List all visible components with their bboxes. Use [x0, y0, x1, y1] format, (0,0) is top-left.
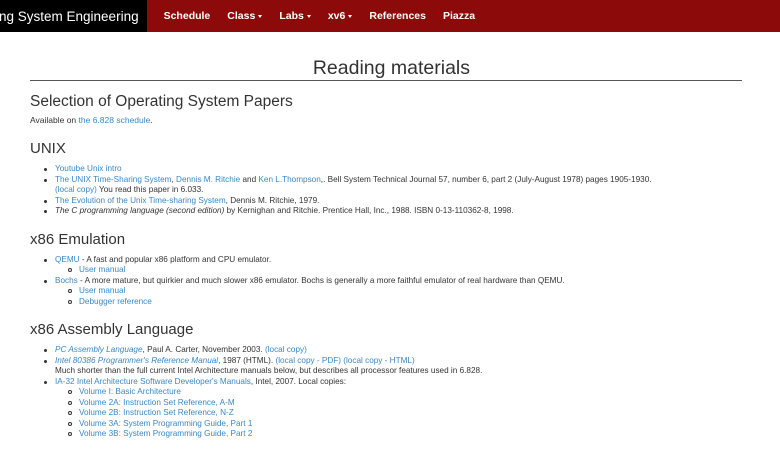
- bochs-user-manual-link[interactable]: User manual: [79, 286, 125, 295]
- youtube-unix-intro-link[interactable]: Youtube Unix intro: [55, 164, 122, 173]
- volume-1-link[interactable]: Volume I: Basic Architecture: [79, 387, 181, 396]
- unix-time-sharing-link[interactable]: The UNIX Time-Sharing System: [55, 175, 171, 184]
- list-item: The Evolution of the Unix Time-sharing S…: [43, 196, 742, 207]
- section-title-assembly: x86 Assembly Language: [30, 321, 194, 338]
- volume-2b-link[interactable]: Volume 2B: Instruction Set Reference, N-…: [79, 408, 234, 417]
- bochs-description: - A more mature, but quirkier and much s…: [77, 275, 565, 285]
- pc-assembly-link[interactable]: PC Assembly Language: [55, 345, 143, 354]
- nav-class-label: Class: [227, 10, 256, 22]
- sub-list-item: Volume 2A: Instruction Set Reference, A-…: [67, 398, 742, 409]
- text-sep: and: [240, 174, 259, 184]
- citation-text: , 1987 (HTML).: [218, 355, 276, 365]
- list-item: The UNIX Time-Sharing System, Dennis M. …: [43, 175, 742, 196]
- sub-list-item: Debugger reference: [67, 297, 742, 308]
- i386-note: Much shorter than the full current Intel…: [55, 366, 483, 375]
- sub-list-item: Volume I: Basic Architecture: [67, 387, 742, 398]
- caret-down-icon: [258, 15, 263, 18]
- i386-manual-link[interactable]: Intel 80386 Programmer's Reference Manua…: [55, 356, 218, 365]
- ia32-manuals-link[interactable]: IA-32 Intel Architecture Software Develo…: [55, 377, 251, 386]
- i386-local-pdf-link[interactable]: (local copy - PDF): [275, 356, 341, 365]
- citation-text: , Paul A. Carter, November 2003.: [142, 345, 265, 354]
- sub-list-item: Volume 3A: System Programming Guide, Par…: [67, 419, 742, 430]
- main-content: Reading materials Selection of Operating…: [30, 56, 742, 440]
- nav-schedule-label: Schedule: [163, 10, 211, 22]
- bochs-sublist: User manual Debugger reference: [55, 286, 742, 307]
- unix-local-copy-link[interactable]: (local copy): [55, 185, 97, 194]
- citation-text: , Dennis M. Ritchie, 1979.: [225, 195, 320, 205]
- ritchie-link[interactable]: Dennis M. Ritchie: [176, 175, 240, 184]
- papers-lead: Available on the 6.828 schedule.: [30, 115, 742, 126]
- lead-suffix: .: [150, 115, 153, 125]
- unix-evolution-link[interactable]: The Evolution of the Unix Time-sharing S…: [55, 196, 226, 205]
- list-item: IA-32 Intel Architecture Software Develo…: [43, 377, 742, 440]
- bochs-debugger-reference-link[interactable]: Debugger reference: [79, 297, 152, 306]
- site-brand-link[interactable]: ing System Engineering: [0, 0, 147, 32]
- emulation-list: QEMU - A fast and popular x86 platform a…: [30, 255, 742, 308]
- nav-piazza[interactable]: Piazza: [443, 10, 475, 22]
- top-navbar: ing System Engineering Schedule Class La…: [0, 0, 780, 32]
- nav-references[interactable]: References: [369, 10, 426, 22]
- book-title: The C programming language (second editi…: [55, 206, 225, 215]
- list-item: Intel 80386 Programmer's Reference Manua…: [43, 356, 742, 377]
- nav-schedule[interactable]: Schedule: [164, 10, 211, 22]
- page-title: Reading materials: [30, 56, 742, 81]
- caret-down-icon: [306, 15, 311, 18]
- qemu-user-manual-link[interactable]: User manual: [79, 265, 125, 274]
- sub-list-item: User manual: [67, 265, 742, 276]
- volume-3b-link[interactable]: Volume 3B: System Programming Guide, Par…: [79, 429, 252, 438]
- section-title-emulation: x86 Emulation: [30, 230, 126, 248]
- schedule-link[interactable]: the 6.828 schedule: [79, 115, 151, 125]
- list-item: Youtube Unix intro: [43, 164, 742, 175]
- list-item: PC Assembly Language, Paul A. Carter, No…: [43, 345, 742, 356]
- citation-note: You read this paper in 6.033.: [96, 185, 204, 194]
- nav-piazza-label: Piazza: [442, 10, 476, 22]
- section-title-unix: UNIX: [30, 140, 66, 157]
- nav-labs-dropdown[interactable]: Labs: [279, 10, 311, 22]
- nav-class-dropdown[interactable]: Class: [227, 10, 263, 22]
- pc-assembly-local-copy-link[interactable]: (local copy): [265, 345, 307, 354]
- sub-list-item: Volume 2B: Instruction Set Reference, N-…: [67, 408, 742, 419]
- list-item: Bochs - A more mature, but quirkier and …: [43, 276, 742, 308]
- qemu-link[interactable]: QEMU: [55, 255, 80, 264]
- list-item: QEMU - A fast and popular x86 platform a…: [43, 255, 742, 276]
- nav-references-label: References: [369, 10, 426, 22]
- qemu-description: - A fast and popular x86 platform and CP…: [79, 254, 272, 264]
- i386-local-html-link[interactable]: (local copy - HTML): [343, 356, 414, 365]
- list-item: The C programming language (second editi…: [43, 206, 742, 217]
- volume-3a-link[interactable]: Volume 3A: System Programming Guide, Par…: [79, 419, 252, 428]
- qemu-sublist: User manual: [55, 265, 742, 276]
- unix-list: Youtube Unix intro The UNIX Time-Sharing…: [30, 164, 742, 217]
- nav-xv6-label: xv6: [327, 10, 346, 22]
- volume-2a-link[interactable]: Volume 2A: Instruction Set Reference, A-…: [79, 398, 235, 407]
- citation-text: ,. Bell System Technical Journal 57, num…: [320, 174, 652, 184]
- ia32-volumes-list: Volume I: Basic Architecture Volume 2A: …: [55, 387, 742, 440]
- thompson-link[interactable]: Ken L.Thompson: [258, 175, 320, 184]
- nav-labs-label: Labs: [279, 10, 304, 22]
- nav-xv6-dropdown[interactable]: xv6: [328, 10, 353, 22]
- sub-list-item: User manual: [67, 286, 742, 297]
- bochs-link[interactable]: Bochs: [55, 276, 78, 285]
- caret-down-icon: [348, 15, 353, 18]
- citation-text: by Kernighan and Ritchie. Prentice Hall,…: [224, 206, 514, 215]
- citation-text: , Intel, 2007. Local copies:: [250, 376, 347, 386]
- section-title-papers: Selection of Operating System Papers: [30, 93, 293, 110]
- assembly-list: PC Assembly Language, Paul A. Carter, No…: [30, 345, 742, 440]
- lead-prefix: Available on: [30, 115, 79, 125]
- sub-list-item: Volume 3B: System Programming Guide, Par…: [67, 429, 742, 440]
